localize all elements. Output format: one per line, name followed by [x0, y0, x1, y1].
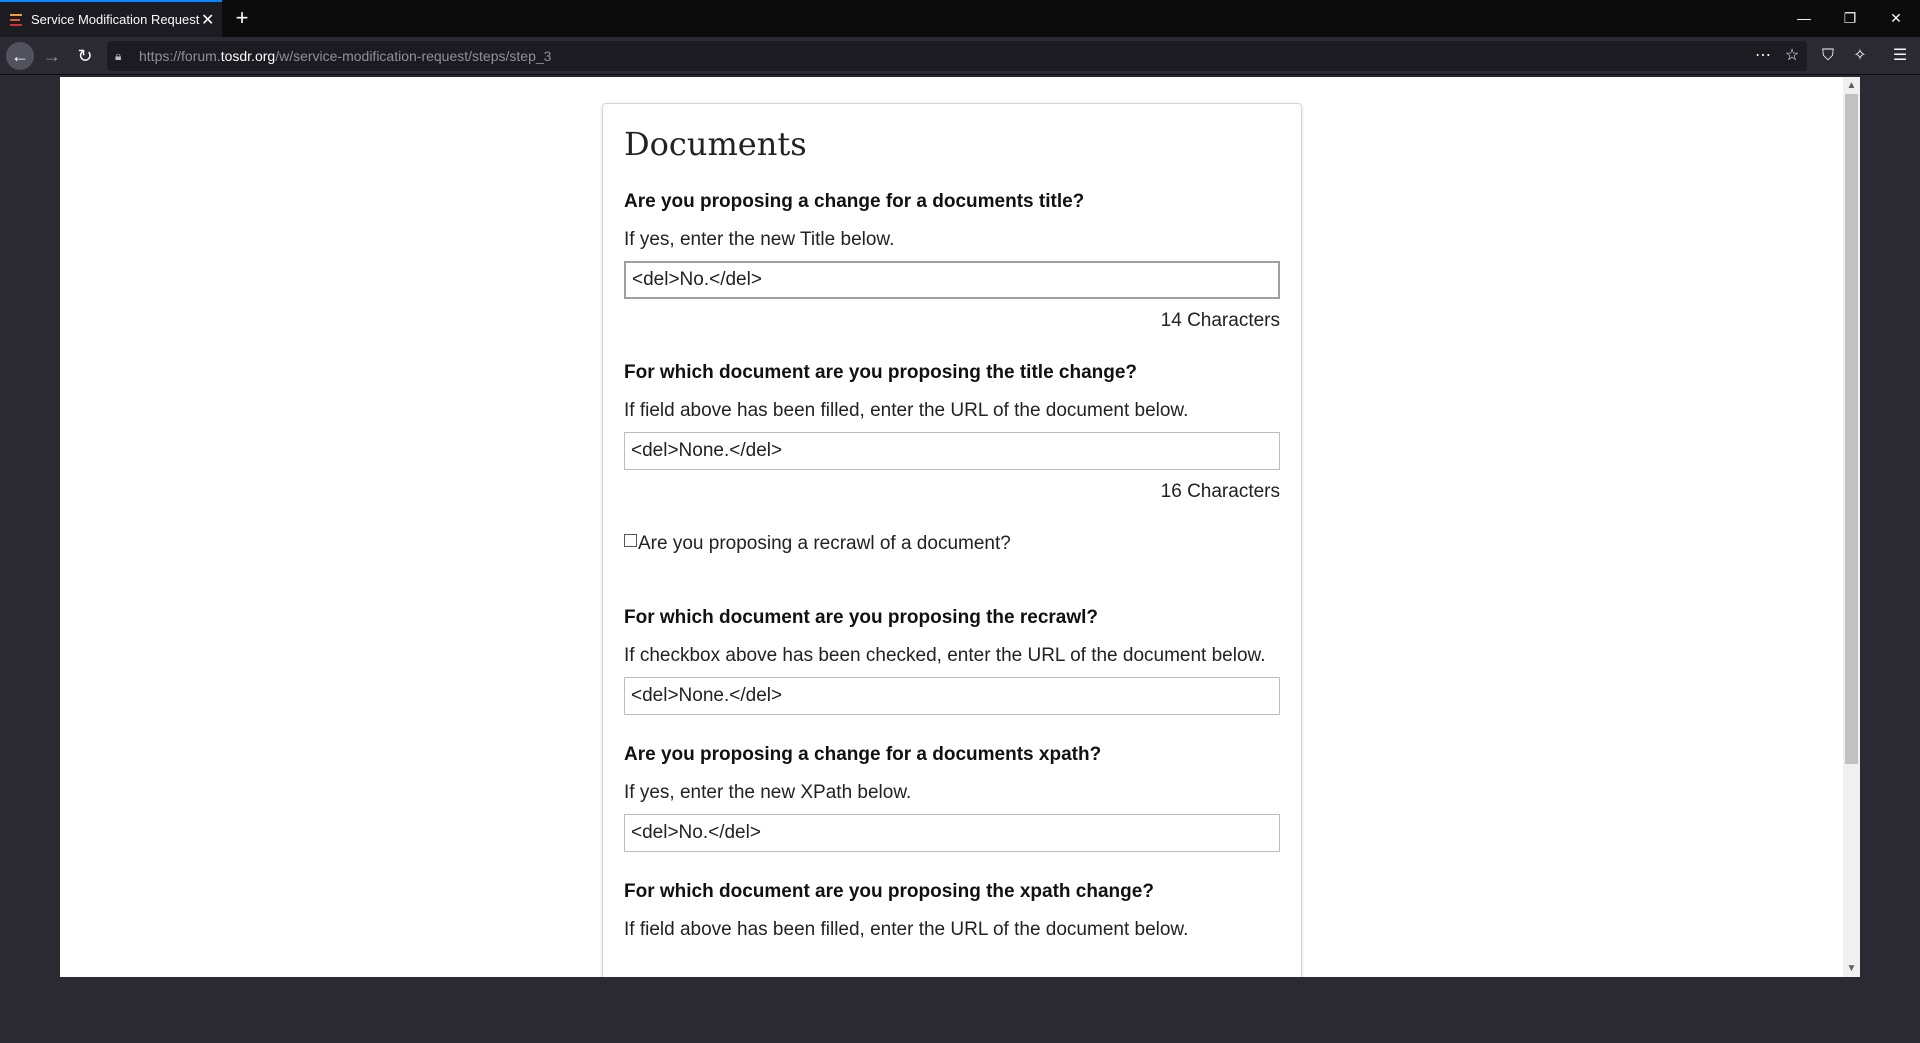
page-title: Documents — [624, 125, 807, 163]
hint-label: If field above has been filled, enter th… — [624, 919, 1189, 940]
character-count: 16 Characters — [1160, 481, 1280, 502]
minimize-icon[interactable]: — — [1781, 0, 1827, 37]
xpath-change-section: Are you proposing a change for a documen… — [624, 743, 1280, 852]
hint-label: If checkbox above has been checked, ente… — [624, 645, 1266, 666]
recrawl-checkbox[interactable] — [624, 534, 637, 547]
close-window-icon[interactable]: ✕ — [1873, 0, 1919, 37]
navigation-toolbar: ← → ↻ 🔒︎ https://forum.tosdr.org/w/servi… — [0, 37, 1920, 75]
hint-label: If yes, enter the new XPath below. — [624, 782, 912, 803]
extension-icon[interactable]: ✧ — [1846, 42, 1874, 70]
recrawl-checkbox-label[interactable]: Are you proposing a recrawl of a documen… — [638, 532, 1011, 556]
scroll-down-arrow-icon[interactable]: ▼ — [1843, 960, 1860, 977]
scroll-up-arrow-icon[interactable]: ▲ — [1843, 77, 1860, 94]
shield-icon[interactable]: ⛉ — [1814, 42, 1842, 70]
address-bar[interactable]: 🔒︎ https://forum.tosdr.org/w/service-mod… — [107, 41, 1807, 71]
url-text: https://forum.tosdr.org/w/service-modifi… — [139, 48, 552, 64]
question-label: For which document are you proposing the… — [624, 881, 1154, 902]
question-label: Are you proposing a change for a documen… — [624, 744, 1102, 765]
question-label: For which document are you proposing the… — [624, 362, 1138, 383]
tab-bar: Service Modification Request ✕ + — ❐ ✕ — [0, 0, 1920, 37]
tab-active[interactable]: Service Modification Request ✕ — [0, 0, 222, 37]
site-favicon-icon — [10, 13, 22, 26]
reload-icon[interactable]: ↻ — [71, 42, 99, 70]
xpath-document-section: For which document are you proposing the… — [624, 880, 1280, 942]
bookmark-star-icon[interactable]: ☆ — [1778, 41, 1806, 71]
recrawl-checkbox-row: Are you proposing a recrawl of a documen… — [624, 532, 1280, 556]
tab-title: Service Modification Request — [31, 12, 200, 27]
back-arrow-icon[interactable]: ← — [6, 42, 34, 70]
page-viewport: Documents Are you proposing a change for… — [60, 77, 1860, 977]
recrawl-document-url-input[interactable] — [624, 677, 1280, 715]
title-document-section: For which document are you proposing the… — [624, 361, 1280, 504]
character-count: 14 Characters — [1160, 310, 1280, 331]
recrawl-document-section: For which document are you proposing the… — [624, 606, 1280, 715]
hint-label: If yes, enter the new Title below. — [624, 229, 895, 250]
lock-icon: 🔒︎ — [115, 48, 122, 63]
question-label: For which document are you proposing the… — [624, 607, 1099, 628]
page-actions-icon[interactable]: ⋯ — [1749, 41, 1777, 71]
title-document-url-input[interactable] — [624, 432, 1280, 470]
menu-icon[interactable]: ☰ — [1886, 42, 1914, 70]
title-change-section: Are you proposing a change for a documen… — [624, 190, 1280, 333]
forward-arrow-icon[interactable]: → — [38, 42, 66, 70]
restore-icon[interactable]: ❐ — [1827, 0, 1873, 37]
tab-close-icon[interactable]: ✕ — [199, 10, 216, 30]
documents-form-card: Documents Are you proposing a change for… — [602, 103, 1302, 977]
new-xpath-input[interactable] — [624, 814, 1280, 852]
new-title-input[interactable] — [624, 261, 1280, 299]
hint-label: If field above has been filled, enter th… — [624, 400, 1189, 421]
scrollbar-thumb[interactable] — [1845, 94, 1858, 764]
new-tab-button[interactable]: + — [229, 5, 255, 31]
question-label: Are you proposing a change for a documen… — [624, 191, 1085, 212]
vertical-scrollbar[interactable]: ▲ ▼ — [1843, 77, 1860, 977]
